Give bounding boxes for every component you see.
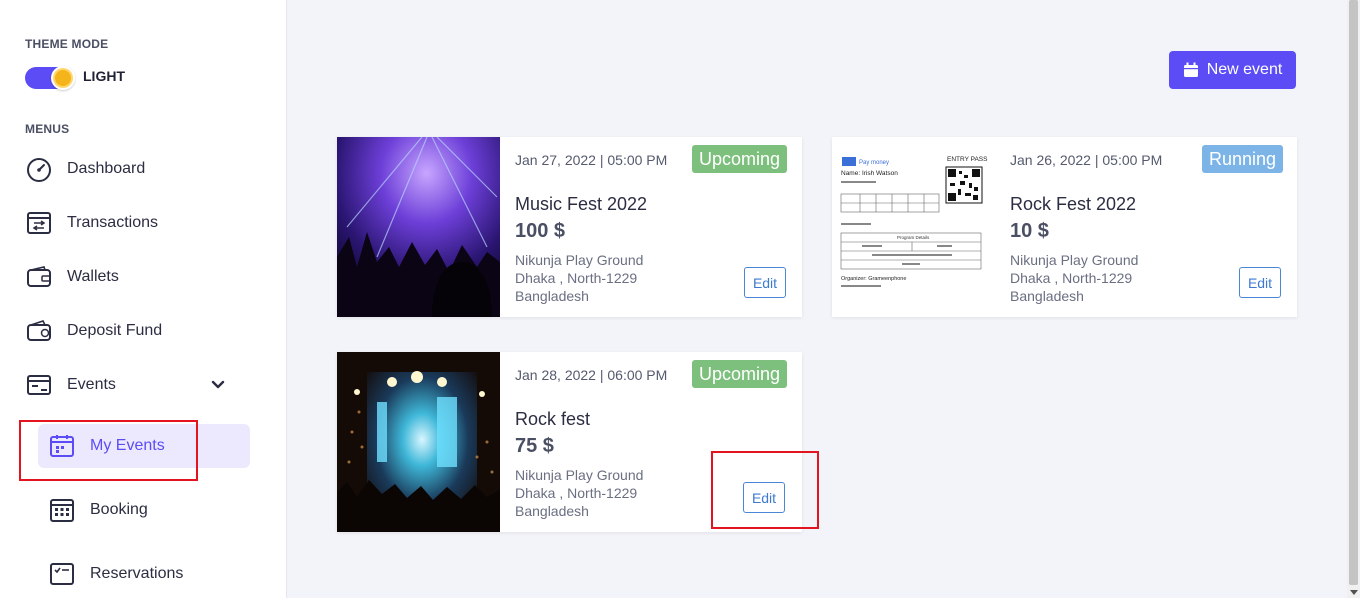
sidebar-item-reservations[interactable]: Reservations — [48, 558, 183, 590]
sidebar-item-label: Dashboard — [67, 160, 146, 177]
event-card: Jan 27, 2022 | 05:00 PM Upcoming Music F… — [337, 137, 802, 317]
status-badge: Upcoming — [692, 145, 788, 173]
event-country: Bangladesh — [1010, 288, 1084, 304]
event-venue: Nikunja Play Ground — [1010, 252, 1139, 268]
events-icon — [25, 371, 53, 399]
event-title: Music Fest 2022 — [515, 194, 648, 214]
event-card: Pay money ENTRY PASS Name: Irish Watson … — [832, 137, 1297, 317]
event-title: Rock fest — [515, 409, 591, 429]
sidebar-item-transactions[interactable]: Transactions — [25, 205, 158, 241]
sidebar-item-label: Booking — [90, 501, 148, 518]
event-city: Dhaka , North-1229 — [1010, 270, 1133, 286]
edit-button[interactable]: Edit — [744, 267, 786, 298]
edit-button[interactable]: Edit — [1239, 267, 1281, 298]
sidebar-item-wallets[interactable]: Wallets — [25, 259, 119, 295]
ticket-brand: Pay money — [859, 160, 889, 166]
sidebar-item-deposit-fund[interactable]: Deposit Fund — [25, 313, 162, 349]
scrollbar-thumb[interactable] — [1349, 0, 1358, 585]
new-event-button[interactable]: New event — [1169, 51, 1296, 89]
sidebar-item-label: Deposit Fund — [67, 322, 163, 339]
sun-icon — [51, 66, 75, 90]
event-card-body: Jan 28, 2022 | 06:00 PM Upcoming Rock fe… — [515, 352, 802, 532]
event-city: Dhaka , North-1229 — [515, 270, 638, 286]
ticket-section: Program Details — [897, 235, 930, 240]
scrollbar[interactable] — [1347, 0, 1360, 598]
sidebar-item-label: Wallets — [67, 268, 119, 285]
event-price: 100 $ — [515, 220, 566, 242]
event-title: Rock Fest 2022 — [1010, 194, 1137, 214]
sidebar-item-label: My Events — [90, 437, 165, 454]
event-price: 75 $ — [515, 435, 554, 457]
sidebar-item-label: Transactions — [67, 214, 158, 231]
booking-icon — [48, 496, 76, 524]
my-events-icon — [48, 432, 76, 460]
event-image-ticket: Pay money ENTRY PASS Name: Irish Watson … — [832, 137, 995, 317]
chevron-down-icon[interactable] — [210, 377, 226, 393]
sidebar: THEME MODE LIGHT MENUS Dashboard Transac… — [0, 0, 287, 598]
event-date: Jan 26, 2022 | 05:00 PM — [1010, 152, 1163, 168]
event-card-body: Jan 26, 2022 | 05:00 PM Running Rock Fes… — [1010, 137, 1297, 317]
status-badge: Running — [1202, 145, 1284, 173]
sidebar-item-dashboard[interactable]: Dashboard — [25, 151, 145, 187]
sidebar-item-events[interactable]: Events — [25, 367, 116, 403]
reservations-icon — [48, 560, 76, 588]
event-date: Jan 28, 2022 | 06:00 PM — [515, 367, 668, 383]
sidebar-item-my-events[interactable]: My Events — [48, 430, 165, 462]
event-city: Dhaka , North-1229 — [515, 485, 638, 501]
event-country: Bangladesh — [515, 503, 589, 519]
event-date: Jan 27, 2022 | 05:00 PM — [515, 152, 668, 168]
deposit-fund-icon — [25, 317, 53, 345]
event-price: 10 $ — [1010, 220, 1049, 242]
dashboard-icon — [25, 155, 53, 183]
event-image-concert — [337, 137, 500, 317]
scroll-down-arrow-icon[interactable] — [1350, 590, 1358, 595]
ticket-heading: ENTRY PASS — [947, 156, 988, 163]
event-country: Bangladesh — [515, 288, 589, 304]
transactions-icon — [25, 209, 53, 237]
sidebar-item-label: Events — [67, 376, 116, 393]
theme-mode-label: THEME MODE — [25, 37, 109, 51]
calendar-icon — [1183, 62, 1198, 77]
menus-label: MENUS — [25, 122, 70, 136]
edit-button[interactable]: Edit — [743, 482, 785, 513]
theme-toggle-text: LIGHT — [83, 68, 125, 84]
sidebar-item-booking[interactable]: Booking — [48, 494, 148, 526]
status-badge: Upcoming — [692, 360, 788, 388]
ticket-organizer: Organizer: Grameenphone — [841, 276, 906, 282]
theme-toggle[interactable] — [25, 66, 75, 90]
event-card-body: Jan 27, 2022 | 05:00 PM Upcoming Music F… — [515, 137, 802, 317]
ticket-name: Name: Irish Watson — [841, 170, 898, 177]
new-event-label: New event — [1206, 61, 1283, 78]
event-venue: Nikunja Play Ground — [515, 252, 644, 268]
event-image-stage — [337, 352, 500, 532]
event-card: Jan 28, 2022 | 06:00 PM Upcoming Rock fe… — [337, 352, 802, 532]
event-venue: Nikunja Play Ground — [515, 467, 644, 483]
sidebar-item-label: Reservations — [90, 565, 184, 582]
wallet-icon — [25, 263, 53, 291]
